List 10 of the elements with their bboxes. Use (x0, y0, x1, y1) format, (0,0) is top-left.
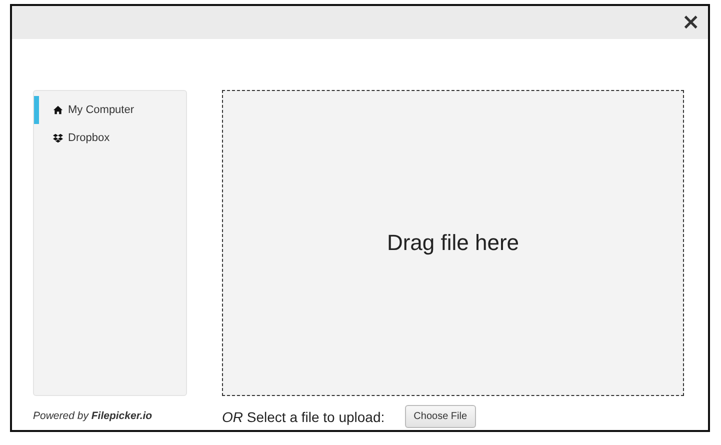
choose-file-button[interactable]: Choose File (404, 405, 476, 428)
sidebar-item[interactable]: My Computer (34, 96, 186, 124)
drop-zone[interactable]: Drag file here (222, 90, 684, 396)
sidebar-item[interactable]: Dropbox (34, 124, 186, 152)
home-icon (53, 105, 63, 115)
powered-by-text: Powered by Filepicker.io (33, 410, 154, 422)
close-button[interactable]: × (678, 12, 704, 34)
drop-zone-text: Drag file here (386, 230, 520, 256)
select-file-prompt: OR Select a file to upload: (222, 408, 385, 424)
dropbox-icon (53, 133, 63, 143)
